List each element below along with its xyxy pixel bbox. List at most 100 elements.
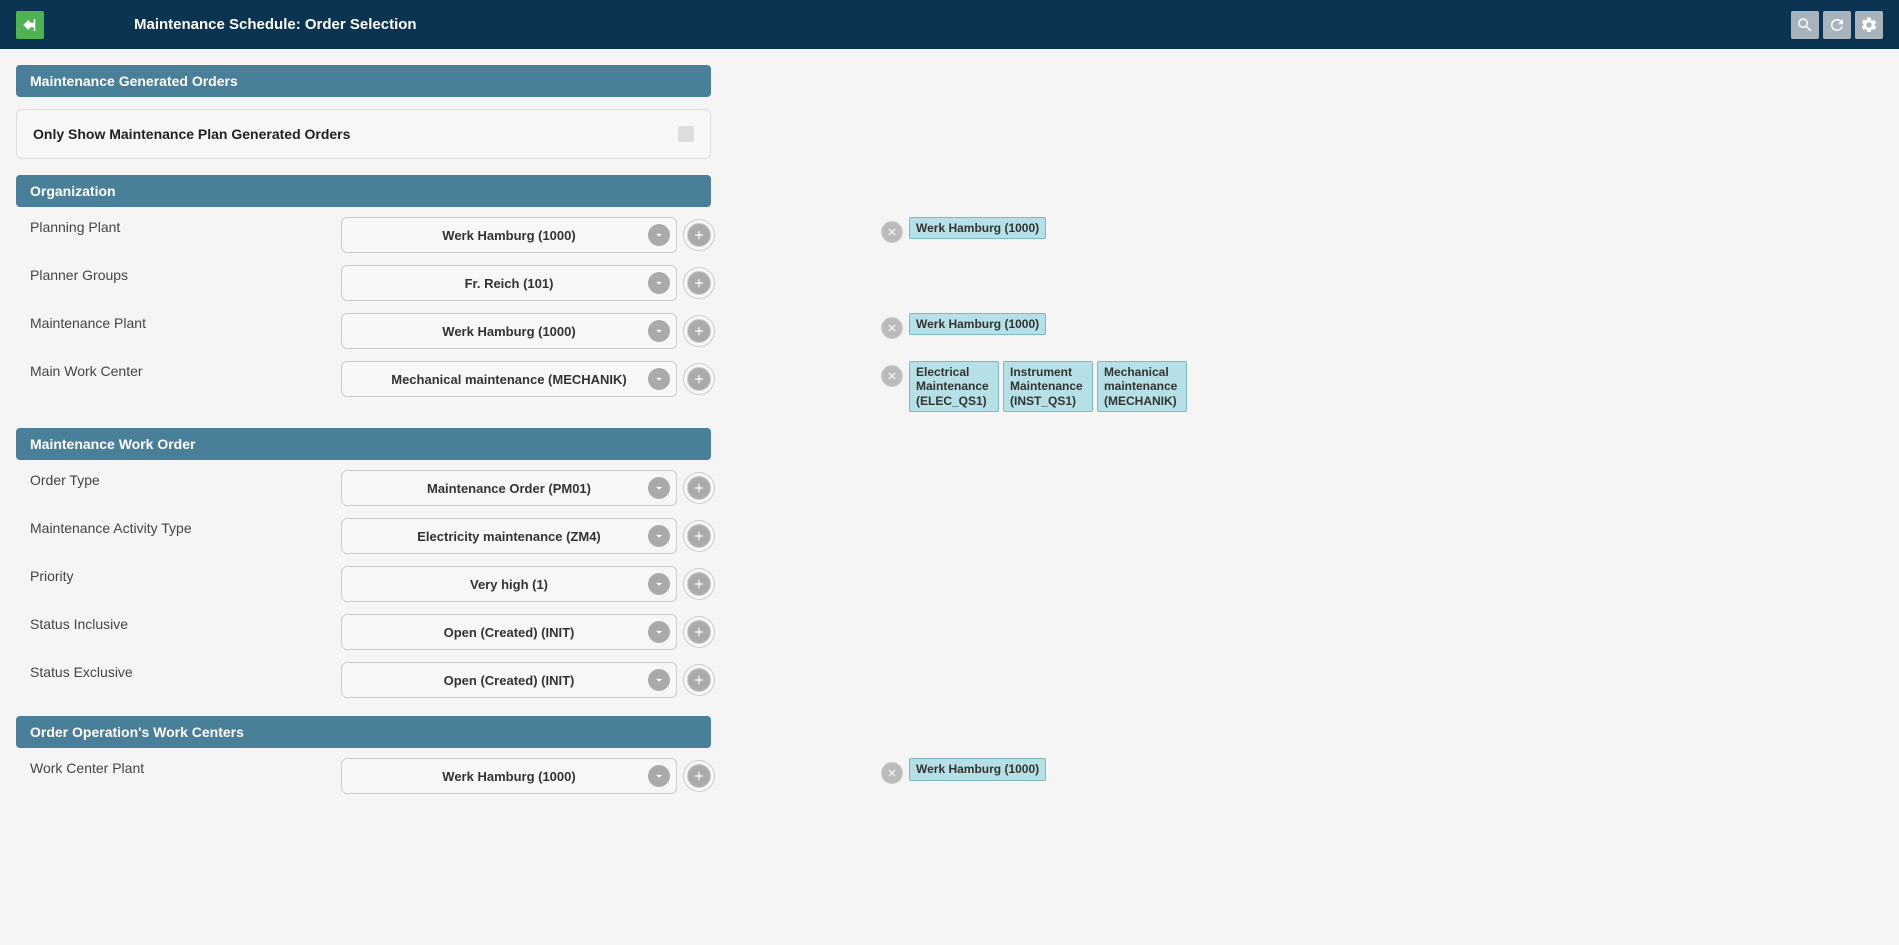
status-inclusive-label: Status Inclusive (16, 614, 341, 632)
tag[interactable]: Werk Hamburg (1000) (909, 758, 1046, 780)
plus-icon (692, 324, 706, 338)
status-exclusive-dropdown[interactable]: Open (Created) (INIT) (341, 662, 677, 698)
work-center-plant-label: Work Center Plant (16, 758, 341, 776)
only-plan-generated-label: Only Show Maintenance Plan Generated Ord… (33, 126, 350, 142)
main-work-center-tags: Electrical Maintenance (ELEC_QS1) Instru… (881, 361, 1187, 412)
work-center-plant-dropdown[interactable]: Werk Hamburg (1000) (341, 758, 677, 794)
chevron-down-icon (648, 320, 670, 342)
planner-groups-add-button[interactable] (687, 271, 711, 295)
order-type-add-button[interactable] (687, 476, 711, 500)
topbar-left: Maintenance Schedule: Order Selection (16, 11, 417, 39)
plus-icon (692, 228, 706, 242)
tag[interactable]: Mechanical maintenance (MECHANIK) (1097, 361, 1187, 412)
back-button[interactable] (16, 11, 44, 39)
chevron-down-icon (648, 621, 670, 643)
plus-icon (692, 529, 706, 543)
activity-type-value: Electricity maintenance (ZM4) (417, 529, 601, 544)
page-title: Maintenance Schedule: Order Selection (134, 16, 417, 33)
chevron-down-icon (648, 765, 670, 787)
main-work-center-add-button[interactable] (687, 367, 711, 391)
plus-icon (692, 481, 706, 495)
planning-plant-dropdown[interactable]: Werk Hamburg (1000) (341, 217, 677, 253)
section-header-op-centers: Order Operation's Work Centers (16, 716, 711, 748)
tag[interactable]: Werk Hamburg (1000) (909, 217, 1046, 239)
activity-type-label: Maintenance Activity Type (16, 518, 341, 536)
main-work-center-label: Main Work Center (16, 361, 341, 379)
plus-icon (692, 673, 706, 687)
field-planning-plant: Planning Plant Werk Hamburg (1000) Werk … (16, 217, 1544, 255)
only-plan-generated-card[interactable]: Only Show Maintenance Plan Generated Ord… (16, 109, 711, 159)
tag[interactable]: Electrical Maintenance (ELEC_QS1) (909, 361, 999, 412)
field-maintenance-plant: Maintenance Plant Werk Hamburg (1000) We… (16, 313, 1544, 351)
field-activity-type: Maintenance Activity Type Electricity ma… (16, 518, 1544, 556)
chevron-down-icon (648, 477, 670, 499)
close-icon (886, 370, 898, 382)
chevron-down-icon (648, 368, 670, 390)
field-status-inclusive: Status Inclusive Open (Created) (INIT) (16, 614, 1544, 652)
work-center-plant-value: Werk Hamburg (1000) (442, 769, 575, 784)
plus-icon (692, 276, 706, 290)
status-exclusive-value: Open (Created) (INIT) (444, 673, 575, 688)
planning-plant-clear-button[interactable] (881, 221, 903, 243)
section-header-work-order: Maintenance Work Order (16, 428, 711, 460)
field-work-center-plant: Work Center Plant Werk Hamburg (1000) We… (16, 758, 1544, 796)
content-area: Maintenance Generated Orders Only Show M… (0, 49, 1560, 812)
top-bar: Maintenance Schedule: Order Selection (0, 0, 1899, 49)
field-main-work-center: Main Work Center Mechanical maintenance … (16, 361, 1544, 412)
planning-plant-add-button[interactable] (687, 223, 711, 247)
topbar-right (1791, 11, 1883, 39)
plus-icon (692, 769, 706, 783)
planner-groups-label: Planner Groups (16, 265, 341, 283)
section-header-organization: Organization (16, 175, 711, 207)
main-work-center-clear-button[interactable] (881, 365, 903, 387)
section-header-generated: Maintenance Generated Orders (16, 65, 711, 97)
work-center-plant-clear-button[interactable] (881, 762, 903, 784)
gear-icon (1860, 16, 1878, 34)
planner-groups-value: Fr. Reich (101) (465, 276, 554, 291)
main-work-center-value: Mechanical maintenance (MECHANIK) (391, 372, 627, 387)
priority-value: Very high (1) (470, 577, 548, 592)
close-icon (886, 226, 898, 238)
work-center-plant-add-button[interactable] (687, 764, 711, 788)
chevron-down-icon (648, 669, 670, 691)
priority-label: Priority (16, 566, 341, 584)
status-exclusive-add-button[interactable] (687, 668, 711, 692)
status-inclusive-value: Open (Created) (INIT) (444, 625, 575, 640)
planning-plant-tags: Werk Hamburg (1000) (881, 217, 1046, 243)
order-type-value: Maintenance Order (PM01) (427, 481, 591, 496)
activity-type-dropdown[interactable]: Electricity maintenance (ZM4) (341, 518, 677, 554)
priority-add-button[interactable] (687, 572, 711, 596)
plus-icon (692, 577, 706, 591)
maintenance-plant-dropdown[interactable]: Werk Hamburg (1000) (341, 313, 677, 349)
settings-button[interactable] (1855, 11, 1883, 39)
planner-groups-dropdown[interactable]: Fr. Reich (101) (341, 265, 677, 301)
chevron-down-icon (648, 224, 670, 246)
chevron-down-icon (648, 573, 670, 595)
maintenance-plant-tags: Werk Hamburg (1000) (881, 313, 1046, 339)
priority-dropdown[interactable]: Very high (1) (341, 566, 677, 602)
work-center-plant-tags: Werk Hamburg (1000) (881, 758, 1046, 784)
tag[interactable]: Werk Hamburg (1000) (909, 313, 1046, 335)
refresh-icon (1828, 16, 1846, 34)
field-order-type: Order Type Maintenance Order (PM01) (16, 470, 1544, 508)
back-arrow-icon (21, 16, 39, 34)
status-inclusive-dropdown[interactable]: Open (Created) (INIT) (341, 614, 677, 650)
close-icon (886, 767, 898, 779)
status-inclusive-add-button[interactable] (687, 620, 711, 644)
activity-type-add-button[interactable] (687, 524, 711, 548)
maintenance-plant-clear-button[interactable] (881, 317, 903, 339)
refresh-button[interactable] (1823, 11, 1851, 39)
order-type-label: Order Type (16, 470, 341, 488)
plus-icon (692, 625, 706, 639)
tag[interactable]: Instrument Maintenance (INST_QS1) (1003, 361, 1093, 412)
maintenance-plant-value: Werk Hamburg (1000) (442, 324, 575, 339)
order-type-dropdown[interactable]: Maintenance Order (PM01) (341, 470, 677, 506)
search-button[interactable] (1791, 11, 1819, 39)
close-icon (886, 322, 898, 334)
maintenance-plant-add-button[interactable] (687, 319, 711, 343)
status-exclusive-label: Status Exclusive (16, 662, 341, 680)
main-work-center-dropdown[interactable]: Mechanical maintenance (MECHANIK) (341, 361, 677, 397)
maintenance-plant-label: Maintenance Plant (16, 313, 341, 331)
only-plan-generated-checkbox[interactable] (678, 126, 694, 142)
chevron-down-icon (648, 525, 670, 547)
